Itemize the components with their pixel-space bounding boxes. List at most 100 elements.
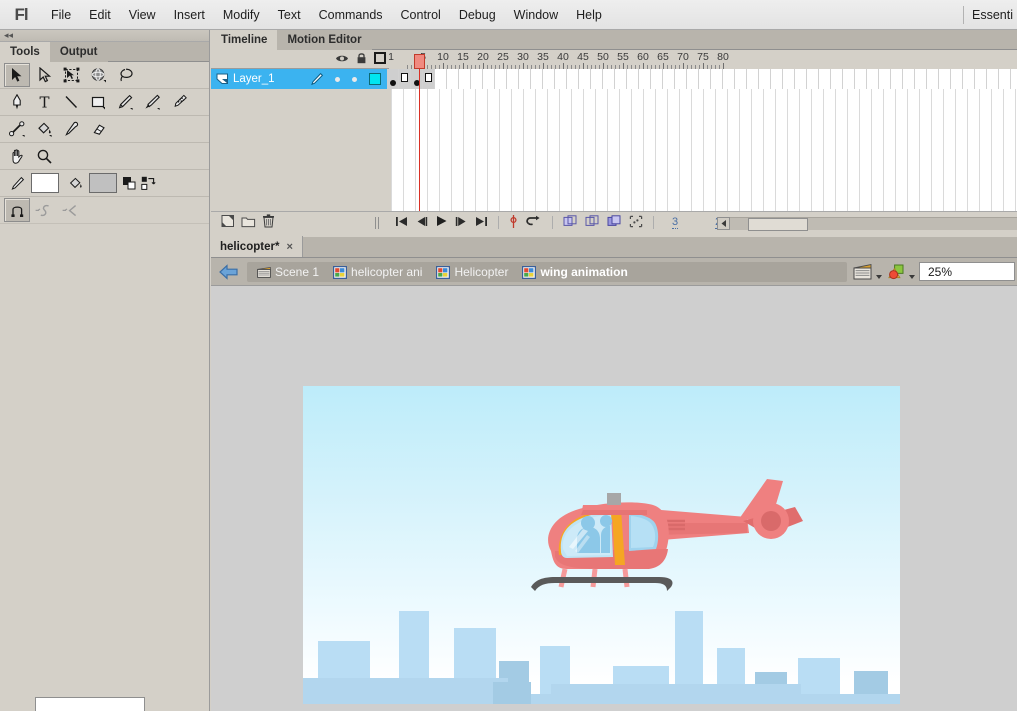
loop-playback-button[interactable] [525, 215, 542, 230]
play-button[interactable] [435, 215, 448, 230]
outline-square-icon[interactable] [374, 52, 386, 67]
step-back-button[interactable] [415, 216, 428, 230]
timeline-ruler[interactable]: 15101520253035404550556065707580 [389, 50, 1017, 69]
scroll-left-button[interactable] [717, 217, 730, 230]
menu-insert[interactable]: Insert [165, 0, 214, 30]
frame-cell[interactable] [807, 69, 819, 89]
snap-to-objects-icon[interactable] [4, 198, 30, 222]
new-layer-button[interactable] [221, 214, 235, 231]
menu-modify[interactable]: Modify [214, 0, 269, 30]
frame-cell[interactable] [783, 69, 795, 89]
smooth-icon[interactable] [31, 198, 57, 222]
goto-last-frame-button[interactable] [475, 216, 488, 230]
lock-icon[interactable] [356, 52, 367, 67]
close-icon[interactable]: × [286, 241, 292, 253]
straighten-icon[interactable] [58, 198, 84, 222]
line-tool[interactable] [58, 90, 84, 114]
frame-cell[interactable] [771, 69, 783, 89]
keyframe-marker[interactable] [390, 80, 396, 86]
menu-debug[interactable]: Debug [450, 0, 505, 30]
scroll-thumb[interactable] [748, 218, 808, 231]
frame-cell[interactable] [555, 69, 567, 89]
frame-cell[interactable] [567, 69, 579, 89]
stage-area[interactable] [211, 286, 1017, 710]
stage-canvas[interactable] [303, 386, 900, 710]
helicopter-graphic[interactable] [499, 477, 817, 607]
frame-cell[interactable] [495, 69, 507, 89]
frame-cell[interactable] [951, 69, 963, 89]
frame-cell[interactable] [603, 69, 615, 89]
pencil-tool[interactable] [112, 90, 138, 114]
frame-cell[interactable] [531, 69, 543, 89]
frame-cell[interactable] [411, 69, 423, 89]
breadcrumb-item-helicopter-ani[interactable]: helicopter ani [327, 262, 428, 282]
frame-cell[interactable] [999, 69, 1011, 89]
pen-tool[interactable] [4, 90, 30, 114]
menu-commands[interactable]: Commands [310, 0, 392, 30]
3d-rotation-tool[interactable] [85, 63, 111, 87]
tab-motion-editor[interactable]: Motion Editor [277, 30, 371, 50]
timeline-layer-row[interactable]: Layer_1 [211, 69, 1017, 89]
workspace-switcher[interactable]: Essenti [955, 0, 1017, 30]
menu-file[interactable]: File [42, 0, 80, 30]
frame-cell[interactable] [627, 69, 639, 89]
lasso-tool[interactable] [112, 63, 138, 87]
brush-tool[interactable] [139, 90, 165, 114]
frame-cell[interactable] [387, 69, 399, 89]
scroll-track[interactable] [730, 217, 1017, 230]
free-transform-tool[interactable] [58, 63, 84, 87]
layer-visibility-toggle[interactable] [335, 77, 340, 82]
hand-tool[interactable] [4, 144, 30, 168]
layer-outline-color-swatch[interactable] [369, 73, 381, 85]
menu-view[interactable]: View [120, 0, 165, 30]
blank-keyframe-marker[interactable] [425, 73, 432, 82]
new-folder-button[interactable] [241, 215, 256, 231]
bone-tool[interactable] [4, 117, 30, 141]
frame-cell[interactable] [435, 69, 447, 89]
frame-cell[interactable] [483, 69, 495, 89]
frame-cell[interactable] [723, 69, 735, 89]
frame-cell[interactable] [711, 69, 723, 89]
frame-cell[interactable] [903, 69, 915, 89]
frame-cell[interactable] [915, 69, 927, 89]
frames-grid[interactable] [391, 89, 1017, 211]
frame-cell[interactable] [1011, 69, 1017, 89]
subselection-tool[interactable] [31, 63, 57, 87]
frame-cell[interactable] [675, 69, 687, 89]
frame-cell[interactable] [855, 69, 867, 89]
frame-cell[interactable] [507, 69, 519, 89]
layer-name-label[interactable]: Layer_1 [233, 73, 305, 85]
zoom-level-field[interactable]: 25% [919, 262, 1015, 281]
rectangle-tool[interactable] [85, 90, 111, 114]
frame-cell[interactable] [459, 69, 471, 89]
chevron-down-icon[interactable] [909, 275, 915, 279]
black-and-white-icon[interactable] [120, 174, 138, 192]
frame-cell[interactable] [735, 69, 747, 89]
eye-icon[interactable] [335, 53, 349, 67]
timeline-horizontal-scrollbar[interactable] [717, 212, 1017, 234]
frame-cell[interactable] [699, 69, 711, 89]
timeline-footer-grip[interactable] [375, 217, 381, 229]
frame-cell[interactable] [519, 69, 531, 89]
document-tab-helicopter[interactable]: helicopter* × [211, 236, 303, 257]
center-frame-button[interactable] [509, 215, 518, 231]
frame-cell[interactable] [819, 69, 831, 89]
frame-cell[interactable] [471, 69, 483, 89]
frame-cell[interactable] [687, 69, 699, 89]
frame-cell[interactable] [615, 69, 627, 89]
frame-cell[interactable] [447, 69, 459, 89]
frame-cell[interactable] [831, 69, 843, 89]
modify-onion-markers-button[interactable] [629, 215, 643, 231]
breadcrumb-item-wing-animation[interactable]: wing animation [516, 262, 633, 282]
back-arrow-icon[interactable] [219, 264, 239, 280]
menu-control[interactable]: Control [392, 0, 450, 30]
chevron-down-icon[interactable] [876, 275, 882, 279]
frame-cell[interactable] [939, 69, 951, 89]
frame-cell[interactable] [963, 69, 975, 89]
menu-window[interactable]: Window [505, 0, 567, 30]
stroke-color-swatch[interactable] [31, 173, 59, 193]
frame-cell[interactable] [975, 69, 987, 89]
paint-bucket-tool[interactable] [31, 117, 57, 141]
deco-tool[interactable] [166, 90, 192, 114]
zoom-tool[interactable] [31, 144, 57, 168]
